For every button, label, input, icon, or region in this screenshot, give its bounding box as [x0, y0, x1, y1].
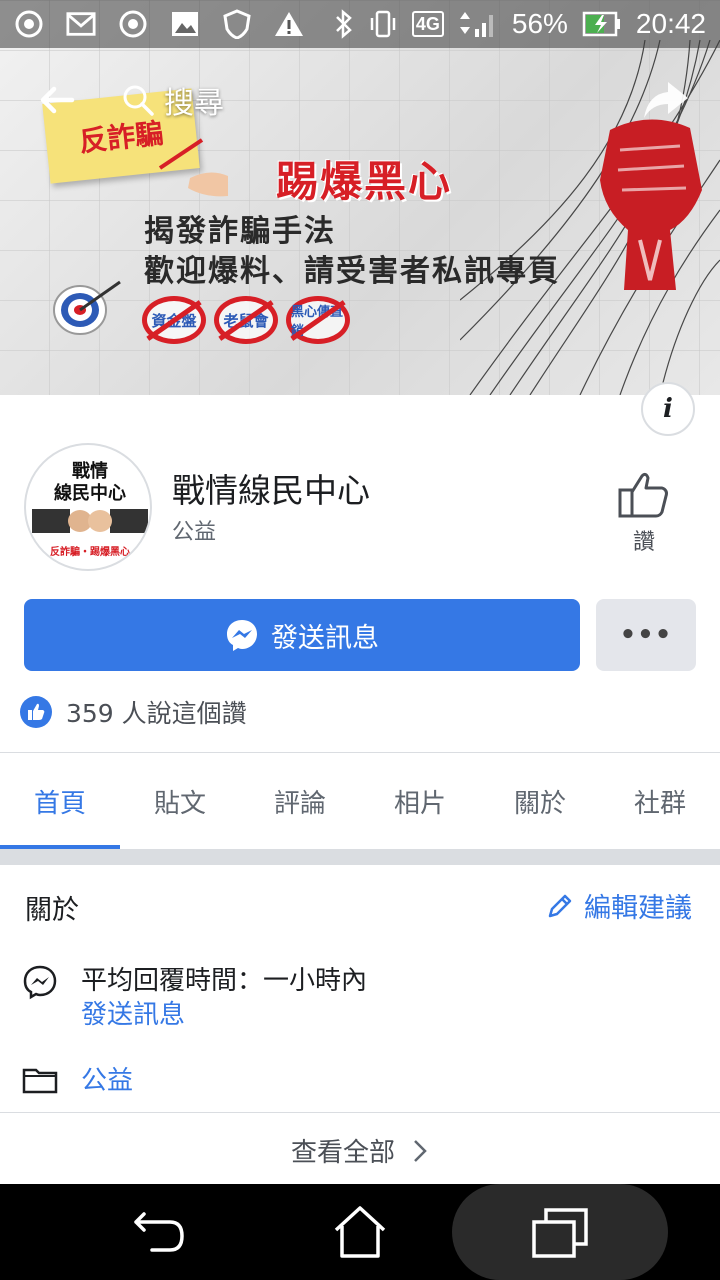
- gmail-icon: [66, 9, 96, 39]
- about-section-title: 關於: [25, 895, 79, 926]
- tab-reviews[interactable]: 評論: [240, 753, 360, 849]
- info-icon: i: [663, 394, 673, 424]
- top-toolbar: 搜尋: [0, 70, 720, 126]
- page-category[interactable]: 公益: [172, 514, 216, 546]
- battery-percent: 56%: [511, 8, 568, 39]
- cover-line-2: 歡迎爆料、請受害者私訊專頁: [144, 254, 560, 289]
- badge-no-direct-selling: 黑心傳直銷: [286, 296, 350, 344]
- target-icon: [53, 280, 121, 335]
- divider: [0, 1112, 720, 1113]
- cover-headline: 踢爆黑心: [276, 157, 453, 206]
- signal-icon: [459, 12, 493, 37]
- thumbs-up-icon: [618, 472, 668, 518]
- system-navigation-bar: [0, 1184, 720, 1280]
- tab-photos[interactable]: 相片: [360, 753, 480, 849]
- cover-line-1: 揭發詐騙手法: [144, 214, 336, 249]
- shield-icon: [222, 9, 252, 39]
- cover-photo[interactable]: 反詐騙 踢爆黑心 揭發詐騙手法 歡迎爆料、請受害者私訊專頁 資金盤 老鼠會 黑心…: [0, 0, 720, 395]
- avatar-text-line2: 線民中心: [54, 483, 126, 504]
- see-all-label: 查看全部: [290, 1138, 395, 1168]
- edit-suggestion-link[interactable]: 編輯建議: [546, 886, 692, 925]
- like-button[interactable]: 讚: [604, 470, 684, 562]
- send-message-button[interactable]: 發送訊息: [24, 599, 580, 671]
- tab-home[interactable]: 首頁: [0, 753, 120, 849]
- send-message-link[interactable]: 發送訊息: [81, 994, 185, 1031]
- hand-pen-icon: [158, 138, 228, 197]
- like-badge-icon: [20, 696, 52, 728]
- nav-recent-apps-icon[interactable]: [530, 1206, 590, 1260]
- vibrate-icon: [370, 10, 396, 38]
- page-avatar[interactable]: 戰情 線民中心 反詐騙・踢爆黑心: [24, 443, 152, 571]
- send-message-label: 發送訊息: [271, 622, 379, 654]
- tab-about[interactable]: 關於: [480, 753, 600, 849]
- avatar-footer: 反詐騙・踢爆黑心: [50, 547, 130, 558]
- gallery-icon: [170, 9, 200, 39]
- search-icon: [123, 85, 154, 116]
- search-bar[interactable]: 搜尋: [120, 78, 224, 122]
- likes-summary[interactable]: 359 人說這個讚: [20, 694, 247, 730]
- bluetooth-icon: [335, 9, 352, 39]
- folder-icon: [22, 1068, 58, 1094]
- chrome-icon: [118, 9, 148, 39]
- raised-fist-icon: [600, 119, 702, 290]
- tab-posts[interactable]: 貼文: [120, 753, 240, 849]
- messenger-outline-icon: [23, 965, 57, 1000]
- page-tabs: 首頁 貼文 評論 相片 關於 社群: [0, 753, 720, 849]
- more-options-button[interactable]: •••: [596, 599, 696, 671]
- section-separator: [0, 849, 720, 865]
- likes-count-text: 359 人說這個讚: [66, 699, 247, 728]
- like-label: 讚: [632, 530, 655, 555]
- see-all-button[interactable]: 查看全部: [0, 1132, 720, 1169]
- clock: 20:42: [635, 8, 706, 39]
- nav-back-icon[interactable]: [130, 1206, 190, 1258]
- status-bar: 4G 56% 20:42: [0, 0, 720, 48]
- chevron-right-icon: [414, 1139, 427, 1162]
- search-placeholder: 搜尋: [164, 86, 224, 121]
- tab-community[interactable]: 社群: [600, 753, 720, 849]
- back-arrow-icon[interactable]: [34, 78, 78, 122]
- pencil-icon: [548, 894, 572, 917]
- alert-icon: [274, 9, 304, 39]
- chrome-icon: [14, 9, 44, 39]
- share-icon[interactable]: [640, 74, 692, 126]
- more-icon: •••: [619, 620, 673, 650]
- response-time-text: 平均回覆時間：一小時內: [81, 966, 368, 996]
- badge-no-pyramid: 老鼠會: [214, 296, 278, 344]
- battery-charging-icon: [582, 11, 620, 37]
- network-type: 4G: [411, 11, 444, 37]
- nav-home-icon[interactable]: [330, 1202, 390, 1262]
- messenger-icon: [227, 620, 257, 651]
- badge-no-capital-scheme: 資金盤: [142, 296, 206, 344]
- fist-bump-icon: [32, 509, 148, 533]
- category-link[interactable]: 公益: [81, 1060, 133, 1097]
- page-title: 戰情線民中心: [172, 471, 370, 510]
- info-button[interactable]: i: [641, 382, 695, 436]
- edit-suggestion-label: 編輯建議: [584, 893, 692, 924]
